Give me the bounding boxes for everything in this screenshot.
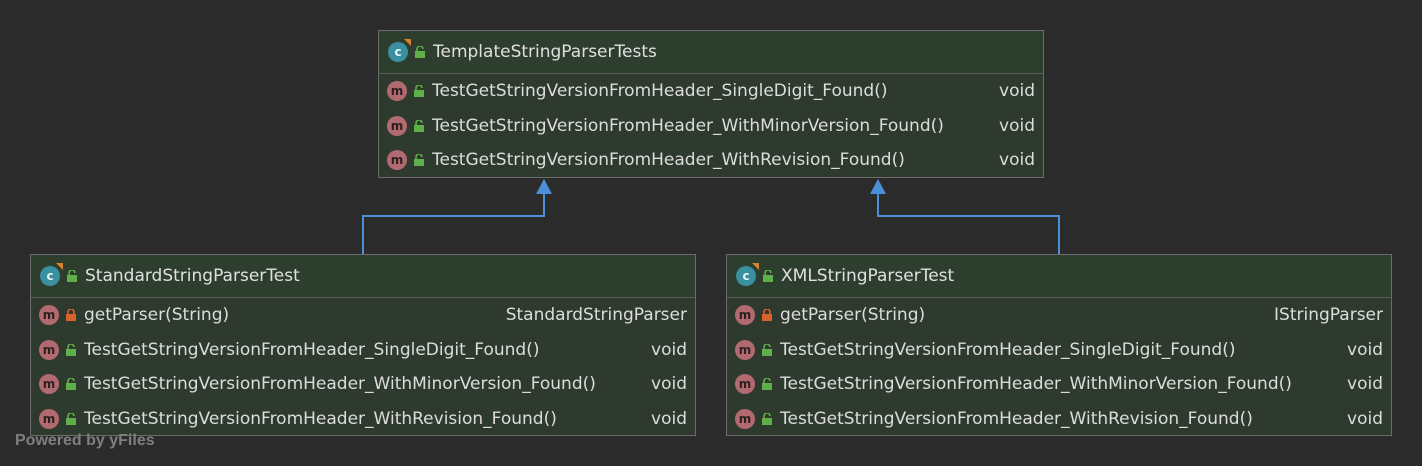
watermark: Powered by yFiles: [15, 432, 155, 449]
private-lock-icon: [66, 309, 76, 322]
method-return-type: void: [1347, 339, 1383, 360]
class-icon: c: [736, 266, 756, 286]
class-icon: c: [388, 42, 408, 62]
arrowhead-left: [536, 179, 552, 194]
method-name: getParser(String): [780, 305, 926, 326]
edge-left-child-to-parent: [362, 192, 545, 254]
public-lock-icon: [66, 343, 76, 356]
method-row[interactable]: m TestGetStringVersionFromHeader_SingleD…: [727, 333, 1391, 368]
public-lock-icon: [66, 378, 76, 391]
method-icon: m: [387, 150, 407, 171]
method-icon: m: [387, 81, 407, 102]
method-return-type: void: [651, 374, 687, 395]
class-name: StandardStringParserTest: [85, 266, 300, 286]
class-name: TemplateStringParserTests: [433, 42, 657, 62]
method-icon: m: [39, 305, 59, 326]
method-return-type: void: [999, 150, 1035, 171]
method-icon: m: [735, 374, 755, 395]
method-name: TestGetStringVersionFromHeader_SingleDig…: [84, 339, 540, 360]
method-name: TestGetStringVersionFromHeader_WithRevis…: [84, 408, 557, 429]
public-lock-icon: [66, 412, 76, 425]
method-row[interactable]: m TestGetStringVersionFromHeader_WithRev…: [31, 402, 695, 437]
method-icon: m: [39, 408, 59, 429]
method-name: TestGetStringVersionFromHeader_WithRevis…: [780, 408, 1253, 429]
method-name: TestGetStringVersionFromHeader_WithMinor…: [84, 374, 596, 395]
method-row[interactable]: m TestGetStringVersionFromHeader_SingleD…: [31, 333, 695, 368]
method-name: TestGetStringVersionFromHeader_SingleDig…: [432, 81, 888, 102]
method-row[interactable]: m TestGetStringVersionFromHeader_WithMin…: [727, 367, 1391, 402]
method-row[interactable]: m TestGetStringVersionFromHeader_SingleD…: [379, 74, 1043, 109]
class-box-template-string-parser-tests[interactable]: c TemplateStringParserTests m TestGetStr…: [378, 30, 1044, 178]
method-return-type: void: [651, 339, 687, 360]
method-row[interactable]: m getParser(String) StandardStringParser: [31, 298, 695, 333]
method-return-type: void: [1347, 374, 1383, 395]
method-name: getParser(String): [84, 305, 230, 326]
edge-right-child-to-parent: [877, 192, 1060, 254]
method-return-type: StandardStringParser: [505, 305, 687, 326]
class-header: c StandardStringParserTest: [31, 255, 695, 298]
method-icon: m: [735, 339, 755, 360]
method-return-type: void: [651, 408, 687, 429]
method-icon: m: [735, 305, 755, 326]
arrowhead-right: [870, 179, 886, 194]
public-lock-icon: [762, 378, 772, 391]
public-lock-icon: [762, 343, 772, 356]
public-lock-icon: [762, 412, 772, 425]
method-return-type: void: [1347, 408, 1383, 429]
method-icon: m: [39, 339, 59, 360]
method-row[interactable]: m TestGetStringVersionFromHeader_WithMin…: [31, 367, 695, 402]
method-name: TestGetStringVersionFromHeader_SingleDig…: [780, 339, 1236, 360]
public-lock-icon: [414, 119, 424, 132]
class-icon: c: [40, 266, 60, 286]
class-box-xml-string-parser-test[interactable]: c XMLStringParserTest m getParser(String…: [726, 254, 1392, 436]
class-header: c TemplateStringParserTests: [379, 31, 1043, 74]
method-row[interactable]: m TestGetStringVersionFromHeader_WithRev…: [727, 402, 1391, 437]
method-icon: m: [735, 408, 755, 429]
public-lock-icon: [414, 85, 424, 98]
method-name: TestGetStringVersionFromHeader_WithMinor…: [432, 115, 944, 136]
class-header: c XMLStringParserTest: [727, 255, 1391, 298]
method-row[interactable]: m getParser(String) IStringParser: [727, 298, 1391, 333]
method-icon: m: [387, 115, 407, 136]
method-row[interactable]: m TestGetStringVersionFromHeader_WithRev…: [379, 143, 1043, 178]
method-return-type: void: [999, 81, 1035, 102]
method-name: TestGetStringVersionFromHeader_WithRevis…: [432, 150, 905, 171]
private-lock-icon: [762, 309, 772, 322]
method-row[interactable]: m TestGetStringVersionFromHeader_WithMin…: [379, 109, 1043, 144]
method-return-type: void: [999, 115, 1035, 136]
method-name: TestGetStringVersionFromHeader_WithMinor…: [780, 374, 1292, 395]
method-icon: m: [39, 374, 59, 395]
public-lock-icon: [414, 154, 424, 167]
method-return-type: IStringParser: [1274, 305, 1383, 326]
class-box-standard-string-parser-test[interactable]: c StandardStringParserTest m getParser(S…: [30, 254, 696, 436]
public-lock-icon: [67, 270, 77, 282]
public-lock-icon: [763, 270, 773, 282]
public-lock-icon: [415, 46, 425, 58]
class-name: XMLStringParserTest: [781, 266, 955, 286]
